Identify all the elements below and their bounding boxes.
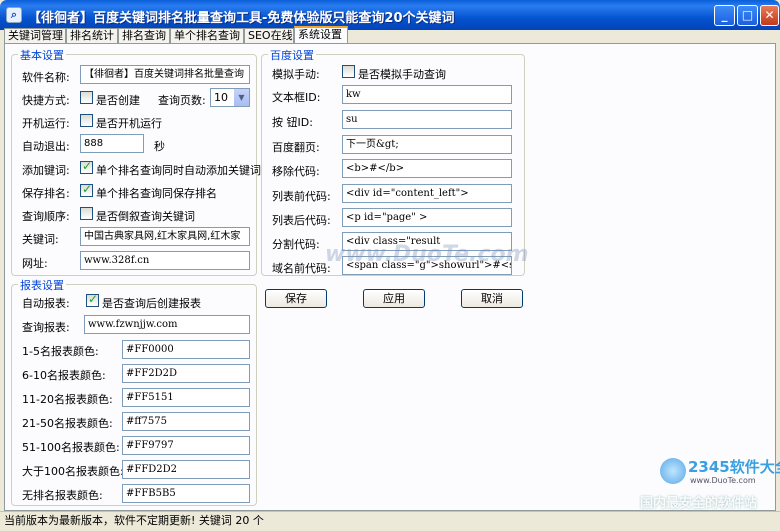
textbox-id-label: 文本框ID: [272, 91, 321, 104]
textbox-id-field[interactable]: kw [342, 85, 512, 104]
order-label: 查询顺序: [22, 210, 70, 223]
color-label-2: 6-10名报表颜色: [22, 369, 106, 382]
list-before-label: 列表前代码: [272, 190, 331, 203]
tab-rank-stats[interactable]: 排名统计 [66, 28, 118, 44]
autoexit-field[interactable]: 888 [80, 134, 144, 153]
basic-settings-group: 基本设置 软件名称: 【徘徊者】百度关键词排名批量查询 快捷方式: 是否创建 查… [11, 47, 261, 276]
color-label-7: 无排名报表颜色: [22, 489, 103, 502]
color-label-6: 大于100名报表颜色: [22, 465, 124, 478]
shortcut-label: 快捷方式: [22, 94, 70, 107]
basic-settings-title: 基本设置 [18, 47, 66, 63]
settings-panel: 基本设置 软件名称: 【徘徊者】百度关键词排名批量查询 快捷方式: 是否创建 查… [4, 43, 776, 511]
color-label-3: 11-20名报表颜色: [22, 393, 113, 406]
save-button[interactable]: 保存 [265, 289, 327, 308]
manual-checkbox[interactable] [342, 65, 355, 78]
manual-label: 模拟手动: [272, 68, 320, 81]
addkw-label: 添加键词: [22, 164, 70, 177]
list-before-field[interactable]: <div id="content_left"> [342, 184, 512, 203]
order-checkbox[interactable] [80, 207, 93, 220]
autoexit-unit: 秒 [154, 140, 165, 153]
watermark-text: www.DuoTe.com [325, 242, 529, 267]
app-icon: ⌕ [6, 7, 22, 23]
url-label: 网址: [22, 257, 48, 270]
addkw-checkbox[interactable] [80, 159, 93, 174]
color-field-2[interactable]: #FF2D2D [122, 364, 250, 383]
brand-url: www.DuoTe.com [690, 476, 756, 485]
button-id-label: 按 钮ID: [272, 116, 313, 129]
color-field-7[interactable]: #FFB5B5 [122, 484, 250, 503]
status-text: 当前版本为最新版本，软件不定期更新! 关键词 20 个 [4, 514, 264, 527]
color-field-6[interactable]: #FFD2D2 [122, 460, 250, 479]
apply-button[interactable]: 应用 [363, 289, 425, 308]
query-report-label: 查询报表: [22, 321, 70, 334]
saverank-label: 保存排名: [22, 187, 70, 200]
list-after-field[interactable]: <p id="page" > [342, 208, 512, 227]
color-field-1[interactable]: #FF0000 [122, 340, 250, 359]
remove-code-field[interactable]: <b>#</b> [342, 159, 512, 178]
shortcut-checkbox[interactable] [80, 91, 93, 104]
status-bar: 当前版本为最新版本，软件不定期更新! 关键词 20 个 [0, 511, 780, 531]
pages-label: 查询页数: [158, 94, 206, 107]
title-bar[interactable]: ⌕ 【徘徊者】百度关键词排名批量查询工具-免费体验版只能查询20个关键词 _ □… [0, 0, 780, 30]
keyword-label: 关键词: [22, 233, 59, 246]
pages-select[interactable]: 10 ▼ [210, 88, 250, 107]
tab-rank-query[interactable]: 排名查询 [118, 28, 170, 44]
pages-select-value: 10 [214, 91, 228, 104]
color-label-4: 21-50名报表颜色: [22, 417, 113, 430]
startup-checkbox[interactable] [80, 114, 93, 127]
window-title: 【徘徊者】百度关键词排名批量查询工具-免费体验版只能查询20个关键词 [28, 11, 455, 26]
close-button[interactable]: ✕ [760, 5, 779, 26]
mascot-icon [660, 458, 686, 484]
button-id-field[interactable]: su [342, 110, 512, 129]
software-name-label: 软件名称: [22, 71, 70, 84]
startup-label: 开机运行: [22, 117, 70, 130]
nextpage-label: 百度翻页: [272, 141, 320, 154]
color-field-4[interactable]: #ff7575 [122, 412, 250, 431]
url-field[interactable]: www.328f.cn [80, 251, 250, 270]
addkw-checkbox-label: 单个排名查询同时自动添加关键词 [96, 164, 261, 177]
maximize-button[interactable]: □ [737, 5, 758, 26]
tab-system-settings[interactable]: 系统设置 [294, 26, 348, 44]
brand-slogan: 国内最安全的软件站 [640, 496, 758, 511]
order-checkbox-label: 是否倒叙查询关键词 [96, 210, 195, 223]
domain-before-label: 域名前代码: [272, 262, 331, 275]
saverank-checkbox-label: 单个排名查询同保存排名 [96, 187, 217, 200]
manual-checkbox-label: 是否模拟手动查询 [358, 68, 446, 81]
color-field-3[interactable]: #FF5151 [122, 388, 250, 407]
report-settings-title: 报表设置 [18, 277, 66, 293]
auto-report-label: 自动报表: [22, 297, 70, 310]
chevron-down-icon: ▼ [234, 89, 249, 106]
list-after-label: 列表后代码: [272, 214, 331, 227]
cancel-button[interactable]: 取消 [461, 289, 523, 308]
brand-watermark: 2345软件大全 www.DuoTe.com 国内最安全的软件站 [640, 452, 780, 511]
color-field-5[interactable]: #FF9797 [122, 436, 250, 455]
auto-report-checkbox[interactable] [86, 292, 99, 307]
color-label-1: 1-5名报表颜色: [22, 345, 99, 358]
remove-code-label: 移除代码: [272, 165, 320, 178]
keyword-field[interactable]: 中国古典家具网,红木家具网,红木家 [80, 227, 250, 246]
autoexit-label: 自动退出: [22, 140, 70, 153]
nextpage-field[interactable]: 下一页&gt; [342, 135, 512, 154]
startup-checkbox-label: 是否开机运行 [96, 117, 162, 130]
software-name-field[interactable]: 【徘徊者】百度关键词排名批量查询 [80, 65, 250, 84]
baidu-settings-title: 百度设置 [268, 47, 316, 63]
tab-keyword-manage[interactable]: 关键词管理 [4, 28, 66, 44]
brand-logo: 2345软件大全 [688, 458, 780, 476]
shortcut-checkbox-label: 是否创建 [96, 94, 140, 107]
tab-seo-online[interactable]: SEO在线 [244, 28, 294, 44]
tab-single-rank-query[interactable]: 单个排名查询 [170, 28, 244, 44]
query-report-field[interactable]: www.fzwnjjw.com [84, 315, 250, 334]
report-settings-group: 报表设置 自动报表: 是否查询后创建报表 查询报表: www.fzwnjjw.c… [11, 277, 257, 506]
color-label-5: 51-100名报表颜色: [22, 441, 120, 454]
split-code-label: 分割代码: [272, 238, 320, 251]
minimize-button[interactable]: _ [714, 5, 735, 26]
saverank-checkbox[interactable] [80, 182, 93, 197]
auto-report-checkbox-label: 是否查询后创建报表 [102, 297, 201, 310]
